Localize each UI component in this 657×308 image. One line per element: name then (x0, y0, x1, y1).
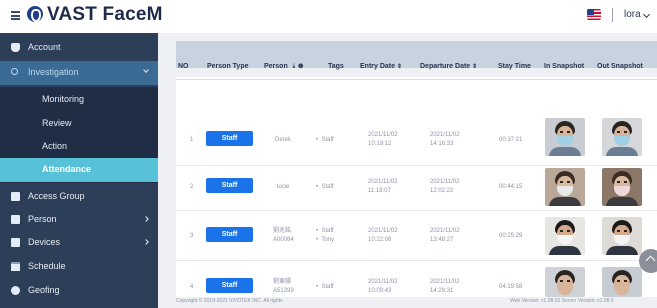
row-1-tag: • Staff (316, 137, 334, 143)
row-3-entry: 2021/11/02 10:22:08 (368, 228, 398, 243)
chevron-right-icon (143, 239, 149, 245)
col-person-label: Person (264, 63, 288, 70)
calendar-icon (11, 262, 20, 271)
account-icon (11, 43, 20, 52)
row-3-tags: • Staff • Tony (316, 228, 335, 243)
col-person-type: Person Type (207, 63, 249, 70)
us-flag-icon[interactable] (587, 9, 601, 20)
row-3-person[interactable]: 劉兆銘 A00084 (273, 227, 294, 245)
sort-icon[interactable]: ⇕ (397, 64, 402, 70)
col-departure-date[interactable]: Departure Date ⇕ (420, 63, 477, 70)
sidebar-item-person[interactable]: Person (0, 208, 158, 232)
header-divider (612, 8, 613, 22)
row-1-entry: 2021/11/02 10:19:12 (368, 132, 398, 147)
row-4-departure: 2021/11/02 14:29:31 (430, 279, 460, 294)
chevron-down-icon[interactable] (642, 10, 651, 19)
user-menu[interactable]: lora (624, 9, 641, 20)
sort-icon[interactable]: ⇕ (472, 64, 477, 70)
sidebar-item-geofing[interactable]: Geofing (0, 279, 158, 303)
sidebar-item-attendance[interactable]: Attendance (0, 158, 158, 182)
row-divider (176, 210, 657, 211)
app-title: VAST FaceM (47, 4, 163, 25)
col-person[interactable]: Person ⇣ ❶ (264, 63, 303, 70)
sidebar-item-schedule[interactable]: Schedule (0, 255, 158, 279)
row-2-person[interactable]: lucie (277, 183, 289, 192)
sidebar-item-action[interactable]: Action (0, 135, 158, 159)
row-1-no: 1 (190, 137, 194, 143)
row-4-out-snapshot[interactable] (602, 267, 642, 297)
row-1-stay-time: 00:37:21 (499, 137, 523, 143)
row-3-person-type-button[interactable]: Staff (206, 227, 253, 242)
row-4-person-type-button[interactable]: Staff (206, 278, 253, 293)
version-text: Web Version: v1.08.02 Server Version: v1… (510, 298, 614, 304)
col-entry-date[interactable]: Entry Date ⇕ (360, 63, 402, 70)
row-2-in-snapshot[interactable] (545, 168, 585, 206)
sidebar-item-monitoring[interactable]: Monitoring (0, 88, 158, 112)
copyright-text: Copyright © 2019-2021 VIVOTEK INC. All r… (176, 298, 283, 304)
geofence-icon (11, 286, 20, 295)
chevron-right-icon (143, 216, 149, 222)
row-2-entry: 2021/11/02 11:18:07 (368, 179, 398, 194)
col-in-snapshot: In Snapshot (544, 63, 585, 70)
col-tags: Tags (328, 63, 344, 70)
row-4-no: 4 (190, 284, 194, 290)
col-entry-date-label: Entry Date (360, 63, 396, 70)
row-1-in-snapshot[interactable] (545, 118, 585, 156)
person-icon (11, 215, 20, 224)
row-2-stay-time: 00:44:15 (499, 184, 523, 190)
row-4-stay-time: 04:19:58 (499, 284, 523, 290)
row-1-departure: 2021/11/02 14:16:33 (430, 132, 460, 147)
row-1-out-snapshot[interactable] (602, 118, 642, 156)
col-out-snapshot: Out Snapshot (597, 63, 643, 70)
row-3-in-snapshot[interactable] (545, 217, 585, 255)
top-bar: VAST FaceM lora (0, 0, 657, 33)
sort-icon[interactable]: ⇣ ❶ (290, 64, 303, 70)
sidebar-item-account[interactable]: Account (0, 36, 158, 60)
col-stay-time: Stay Time (498, 63, 531, 70)
row-4-in-snapshot[interactable] (545, 267, 585, 297)
row-4-entry: 2021/11/02 10:09:43 (368, 279, 398, 294)
row-1-person-type-button[interactable]: Staff (206, 131, 253, 146)
sidebar-item-access-group[interactable]: Access Group (0, 185, 158, 209)
scroll-to-top-button[interactable] (639, 249, 657, 273)
app-logo-icon (27, 6, 43, 22)
row-2-out-snapshot[interactable] (602, 168, 642, 206)
col-no: NO (178, 63, 189, 70)
row-3-departure: 2021/11/02 13:48:27 (430, 228, 460, 243)
hamburger-icon[interactable] (11, 11, 20, 20)
row-3-no: 3 (190, 233, 194, 239)
row-2-no: 2 (190, 184, 194, 190)
col-departure-date-label: Departure Date (420, 63, 471, 70)
row-4-person[interactable]: 劉東陽 A51399 (273, 278, 294, 296)
row-divider (176, 260, 657, 261)
row-3-stay-time: 00:25:29 (499, 233, 523, 239)
sidebar-item-devices[interactable]: Devices (0, 231, 158, 255)
row-1-person[interactable]: Derek (275, 136, 291, 145)
sidebar-item-investigation[interactable]: Investigation (0, 61, 158, 85)
row-2-departure: 2021/11/02 12:02:22 (430, 179, 460, 194)
group-icon (11, 192, 20, 201)
row-divider (176, 165, 657, 166)
row-4-tag: • Staff (316, 284, 334, 290)
row-2-person-type-button[interactable]: Staff (206, 178, 253, 193)
sidebar: Account Investigation Monitoring Review … (0, 33, 158, 308)
row-2-tag: • Staff (316, 184, 334, 190)
search-icon (11, 68, 18, 75)
sidebar-item-review[interactable]: Review (0, 112, 158, 136)
chevron-down-icon (143, 67, 149, 73)
row-3-out-snapshot[interactable] (602, 217, 642, 255)
device-icon (11, 238, 20, 247)
header-divider (176, 79, 657, 80)
